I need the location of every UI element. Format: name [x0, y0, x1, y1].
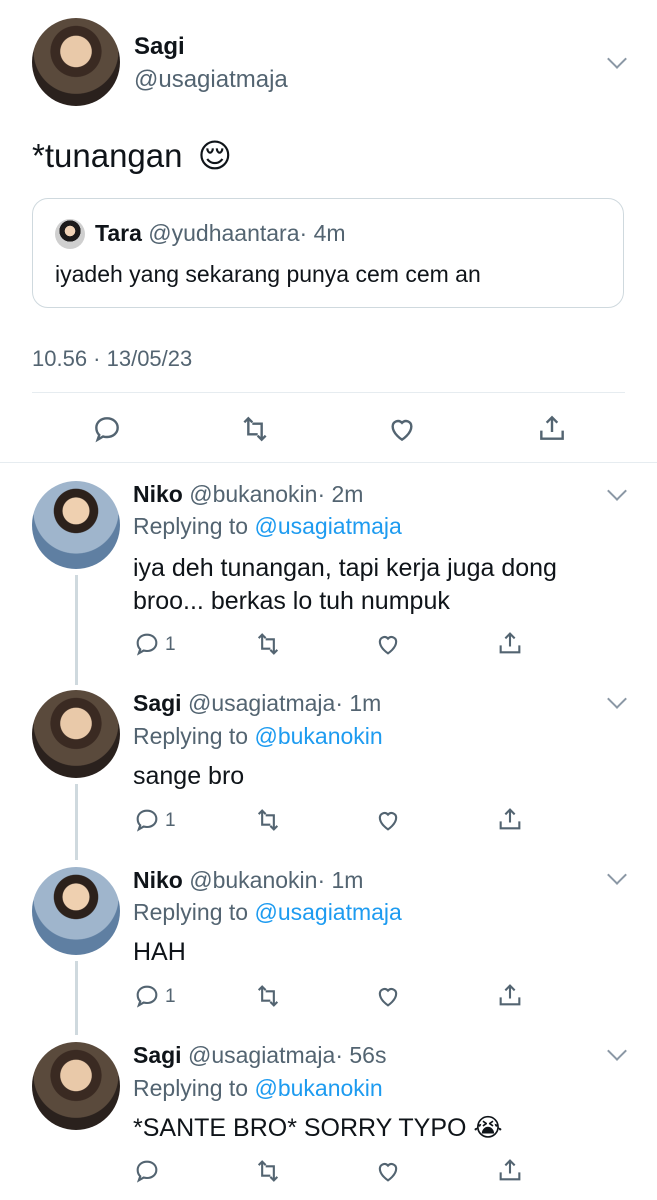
retweet-icon[interactable] — [253, 1157, 283, 1185]
reply-count: 1 — [165, 634, 176, 655]
retweet-icon[interactable] — [253, 630, 283, 658]
share-icon[interactable] — [496, 804, 524, 834]
replying-label: Replying to — [133, 1075, 249, 1101]
replying-label: Replying to — [133, 723, 249, 749]
share-icon[interactable] — [496, 628, 524, 658]
reply-4-author-name[interactable]: Sagi — [133, 1042, 182, 1068]
reply-2-text-line1: sange bro — [133, 762, 245, 790]
reply-3-avatar[interactable] — [32, 867, 120, 955]
reply-2-author-name[interactable]: Sagi — [133, 690, 182, 716]
quoted-author-name: Tara — [95, 220, 142, 246]
replying-to-link[interactable]: @bukanokin — [254, 723, 382, 749]
retweet-icon[interactable] — [253, 806, 283, 834]
reply-2-replying: Replying to @bukanokin — [133, 723, 383, 750]
reply-2-avatar[interactable] — [32, 690, 120, 778]
like-icon[interactable] — [374, 630, 402, 658]
chevron-down-icon[interactable] — [607, 481, 627, 501]
reply-1-text-line1: iya deh tunangan, tapi kerja juga dong — [133, 554, 557, 582]
chevron-down-icon[interactable] — [607, 49, 627, 69]
retweet-icon[interactable] — [238, 413, 272, 445]
replying-label: Replying to — [133, 513, 249, 539]
chevron-down-icon[interactable] — [607, 1041, 627, 1061]
crying-emoji: 😭 — [473, 1114, 503, 1142]
quoted-author-row: Tara @yudhaantara· 4m — [95, 220, 346, 247]
reply-icon[interactable] — [133, 630, 161, 658]
main-author-avatar[interactable] — [32, 18, 120, 106]
reply-2-header: Sagi @usagiatmaja· 1m — [133, 690, 381, 717]
reply-3-header: Niko @bukanokin· 1m — [133, 867, 363, 894]
reply-3-text-line1: HAH — [133, 938, 186, 966]
like-icon[interactable] — [374, 806, 402, 834]
like-icon[interactable] — [374, 1157, 402, 1185]
reply-3-author-name[interactable]: Niko — [133, 867, 183, 893]
replying-to-link[interactable]: @usagiatmaja — [254, 513, 401, 539]
share-icon[interactable] — [496, 980, 524, 1010]
reply-count: 1 — [165, 986, 176, 1007]
main-author-name[interactable]: Sagi — [134, 33, 185, 61]
reply-icon[interactable] — [133, 1157, 161, 1185]
share-icon[interactable] — [496, 1155, 524, 1185]
quoted-author-avatar — [55, 219, 85, 249]
chevron-down-icon[interactable] — [607, 865, 627, 885]
quoted-author-handle: @yudhaantara — [148, 220, 300, 246]
reply-icon[interactable] — [91, 413, 123, 445]
reply-4-replying: Replying to @bukanokin — [133, 1075, 383, 1102]
retweet-icon[interactable] — [253, 982, 283, 1010]
quoted-tweet[interactable]: Tara @yudhaantara· 4m iyadeh yang sekara… — [32, 198, 624, 308]
reply-4-author-handle[interactable]: @usagiatmaja — [188, 1042, 335, 1068]
main-author-handle[interactable]: @usagiatmaja — [134, 66, 288, 94]
main-tweet-text-row: *tunangan 😌 — [32, 136, 232, 175]
chevron-down-icon[interactable] — [607, 689, 627, 709]
reply-3-time: · 1m — [317, 867, 364, 893]
reply-count: 1 — [165, 810, 176, 831]
main-tweet-timestamp[interactable]: 10.56 · 13/05/23 — [32, 346, 192, 372]
reply-2-time: · 1m — [335, 690, 382, 716]
reply-4-avatar[interactable] — [32, 1042, 120, 1130]
like-icon[interactable] — [386, 413, 418, 445]
reply-1-text-line2: broo... berkas lo tuh numpuk — [133, 587, 450, 615]
thread-line — [75, 784, 78, 860]
replying-to-link[interactable]: @usagiatmaja — [254, 899, 401, 925]
replying-to-link[interactable]: @bukanokin — [254, 1075, 382, 1101]
like-icon[interactable] — [374, 982, 402, 1010]
reply-1-author-handle[interactable]: @bukanokin — [189, 481, 317, 507]
thread-line — [75, 961, 78, 1035]
reply-4-header: Sagi @usagiatmaja· 56s — [133, 1042, 386, 1069]
reply-3-replying: Replying to @usagiatmaja — [133, 899, 402, 926]
quoted-text: iyadeh yang sekarang punya cem cem an — [55, 261, 481, 287]
thread-line — [75, 575, 78, 685]
reply-1-time: · 2m — [317, 481, 364, 507]
reply-4-text-row: *SANTE BRO* SORRY TYPO 😭 — [133, 1111, 503, 1145]
main-tweet-text: *tunangan — [32, 137, 183, 174]
reply-1-replying: Replying to @usagiatmaja — [133, 513, 402, 540]
reply-1-avatar[interactable] — [32, 481, 120, 569]
relieved-emoji: 😌 — [197, 137, 233, 174]
reply-3-author-handle[interactable]: @bukanokin — [189, 867, 317, 893]
reply-1-header: Niko @bukanokin· 2m — [133, 481, 363, 508]
section-divider — [0, 462, 657, 463]
reply-1-author-name[interactable]: Niko — [133, 481, 183, 507]
quoted-time: · 4m — [299, 220, 346, 246]
reply-icon[interactable] — [133, 982, 161, 1010]
share-icon[interactable] — [536, 411, 568, 445]
reply-4-text-line1: *SANTE BRO* SORRY TYPO — [133, 1114, 467, 1142]
reply-icon[interactable] — [133, 806, 161, 834]
reply-4-time: · 56s — [335, 1042, 387, 1068]
replying-label: Replying to — [133, 899, 249, 925]
reply-2-author-handle[interactable]: @usagiatmaja — [188, 690, 335, 716]
timestamp-divider — [32, 392, 625, 393]
